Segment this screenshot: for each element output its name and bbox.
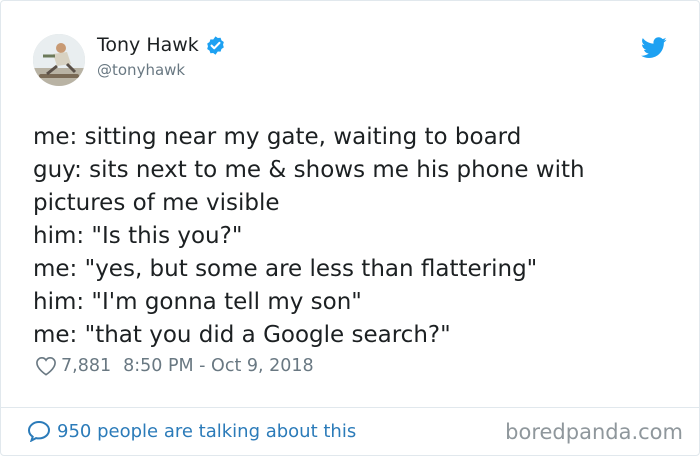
tweet-timestamp[interactable]: 8:50 PM - Oct 9, 2018 (123, 356, 314, 376)
author-name-row[interactable]: Tony Hawk (97, 34, 226, 56)
like-count[interactable]: 7,881 (61, 356, 111, 376)
author-name[interactable]: Tony Hawk (97, 34, 199, 56)
tweet-text-line: him: "Is this you?" (33, 223, 243, 249)
avatar[interactable] (33, 34, 85, 86)
tweet-text-line: pictures of me visible (33, 190, 280, 216)
conversation-link[interactable]: 950 people are talking about this (27, 420, 356, 442)
conversation-count-text[interactable]: 950 people are talking about this (57, 421, 356, 442)
heart-outline-icon[interactable] (35, 356, 57, 376)
divider (1, 407, 699, 408)
avatar-image (33, 34, 85, 86)
tweet-text-line: guy: sits next to me & shows me his phon… (33, 157, 585, 183)
twitter-bird-icon[interactable] (641, 37, 667, 63)
tweet-text-line: me: sitting near my gate, waiting to boa… (33, 124, 522, 150)
watermark: boredpanda.com (505, 420, 683, 444)
tweet-meta: 7,881 8:50 PM - Oct 9, 2018 (35, 356, 314, 376)
tweet-text-line: me: "yes, but some are less than flatter… (33, 256, 538, 282)
tweet-text-line: me: "that you did a Google search?" (33, 322, 451, 348)
verified-badge-icon (205, 35, 226, 56)
tweet-card: Tony Hawk @tonyhawk me: sitting near my … (0, 0, 700, 456)
author-handle[interactable]: @tonyhawk (97, 61, 185, 79)
speech-bubble-icon (27, 420, 51, 442)
tweet-text: me: sitting near my gate, waiting to boa… (33, 121, 673, 352)
tweet-text-line: him: "I'm gonna tell my son" (33, 289, 362, 315)
